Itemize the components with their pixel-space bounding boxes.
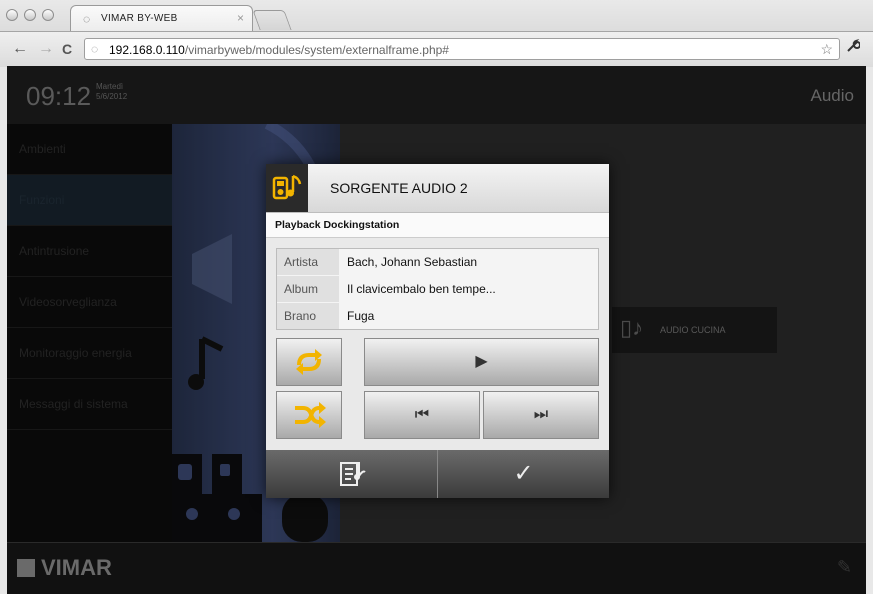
- next-button[interactable]: ⏭: [483, 391, 599, 439]
- info-row-brano: Brano Fuga: [277, 303, 598, 329]
- footer-bar: VIMAR ✎: [7, 542, 866, 594]
- dialog-title: SORGENTE AUDIO 2: [330, 180, 468, 196]
- audio-source-dialog: SORGENTE AUDIO 2 Playback Dockingstation…: [266, 164, 609, 498]
- dialog-subtitle: Playback Dockingstation: [275, 219, 400, 231]
- play-icon: ▶: [475, 353, 488, 370]
- info-value: Fuga: [347, 309, 375, 323]
- back-arrow-icon[interactable]: ←: [12, 40, 28, 58]
- next-icon: ⏭: [533, 406, 549, 423]
- ipod-icon-box: [266, 164, 308, 212]
- zoom-window-button[interactable]: [42, 9, 54, 21]
- repeat-button[interactable]: [276, 338, 342, 386]
- shuffle-button[interactable]: [276, 391, 342, 439]
- url-text[interactable]: 192.168.0.110/vimarbyweb/modules/system/…: [109, 43, 449, 57]
- shuffle-icon: [295, 402, 326, 428]
- dialog-footer: ✓: [266, 450, 609, 498]
- date: 5/6/2012: [96, 92, 128, 101]
- info-key: Album: [277, 276, 339, 302]
- navigation-bar: ← → C ◌ 192.168.0.110/vimarbyweb/modules…: [0, 31, 873, 67]
- browser-tab[interactable]: ◌ VIMAR BY-WEB ×: [70, 5, 253, 32]
- info-value: Bach, Johann Sebastian: [347, 255, 478, 269]
- wrench-icon[interactable]: [846, 39, 861, 57]
- top-bar: 09:12 Martedì 5/6/2012 Audio: [7, 66, 866, 125]
- address-bar[interactable]: ◌ 192.168.0.110/vimarbyweb/modules/syste…: [84, 38, 840, 60]
- url-path: /vimarbyweb/modules/system/externalframe…: [184, 43, 449, 57]
- clock-time: 09:12: [26, 81, 92, 111]
- ipod-note-icon: [272, 174, 302, 200]
- checkmark-icon: ✓: [513, 460, 534, 487]
- info-key: Brano: [277, 303, 339, 329]
- globe-icon: ◌: [83, 12, 91, 26]
- previous-icon: ⏮: [414, 406, 430, 423]
- vimar-logo-mark: [17, 559, 35, 577]
- vimar-logo: VIMAR: [41, 555, 112, 580]
- playlist-icon: [339, 462, 366, 486]
- play-button[interactable]: ▶: [364, 338, 599, 386]
- url-host: 192.168.0.110: [109, 43, 185, 57]
- repeat-icon: [296, 349, 322, 375]
- vimar-app: 09:12 Martedì 5/6/2012 Audio Ambienti Fu…: [7, 66, 866, 594]
- date-block: Martedì 5/6/2012: [96, 82, 127, 102]
- new-tab-button[interactable]: [252, 10, 292, 30]
- info-row-artista: Artista Bach, Johann Sebastian: [277, 249, 598, 275]
- weekday: Martedì: [96, 82, 124, 91]
- close-window-button[interactable]: [6, 9, 18, 21]
- bookmark-star-icon[interactable]: ☆: [820, 41, 833, 58]
- section-title: Audio: [810, 86, 854, 105]
- track-info-panel: Artista Bach, Johann Sebastian Album Il …: [276, 248, 599, 330]
- confirm-button[interactable]: ✓: [438, 450, 609, 498]
- tab-title: VIMAR BY-WEB: [101, 13, 178, 24]
- minimize-window-button[interactable]: [24, 9, 36, 21]
- dialog-subtitle-bar: Playback Dockingstation: [266, 213, 609, 238]
- info-row-album: Album Il clavicembalo ben tempe...: [277, 276, 598, 302]
- settings-icon[interactable]: ✎: [837, 557, 852, 578]
- dialog-header: SORGENTE AUDIO 2: [266, 164, 609, 213]
- tab-close-icon[interactable]: ×: [237, 11, 244, 25]
- info-key: Artista: [277, 249, 339, 275]
- page-info-icon[interactable]: ◌: [91, 42, 98, 56]
- playlist-button[interactable]: [266, 450, 438, 498]
- info-value: Il clavicembalo ben tempe...: [347, 282, 496, 296]
- reload-icon[interactable]: C: [62, 41, 72, 57]
- previous-button[interactable]: ⏮: [364, 391, 480, 439]
- forward-arrow-icon[interactable]: →: [38, 40, 54, 58]
- browser-chrome: ◌ VIMAR BY-WEB × ← → C ◌ 192.168.0.110/v…: [0, 0, 873, 67]
